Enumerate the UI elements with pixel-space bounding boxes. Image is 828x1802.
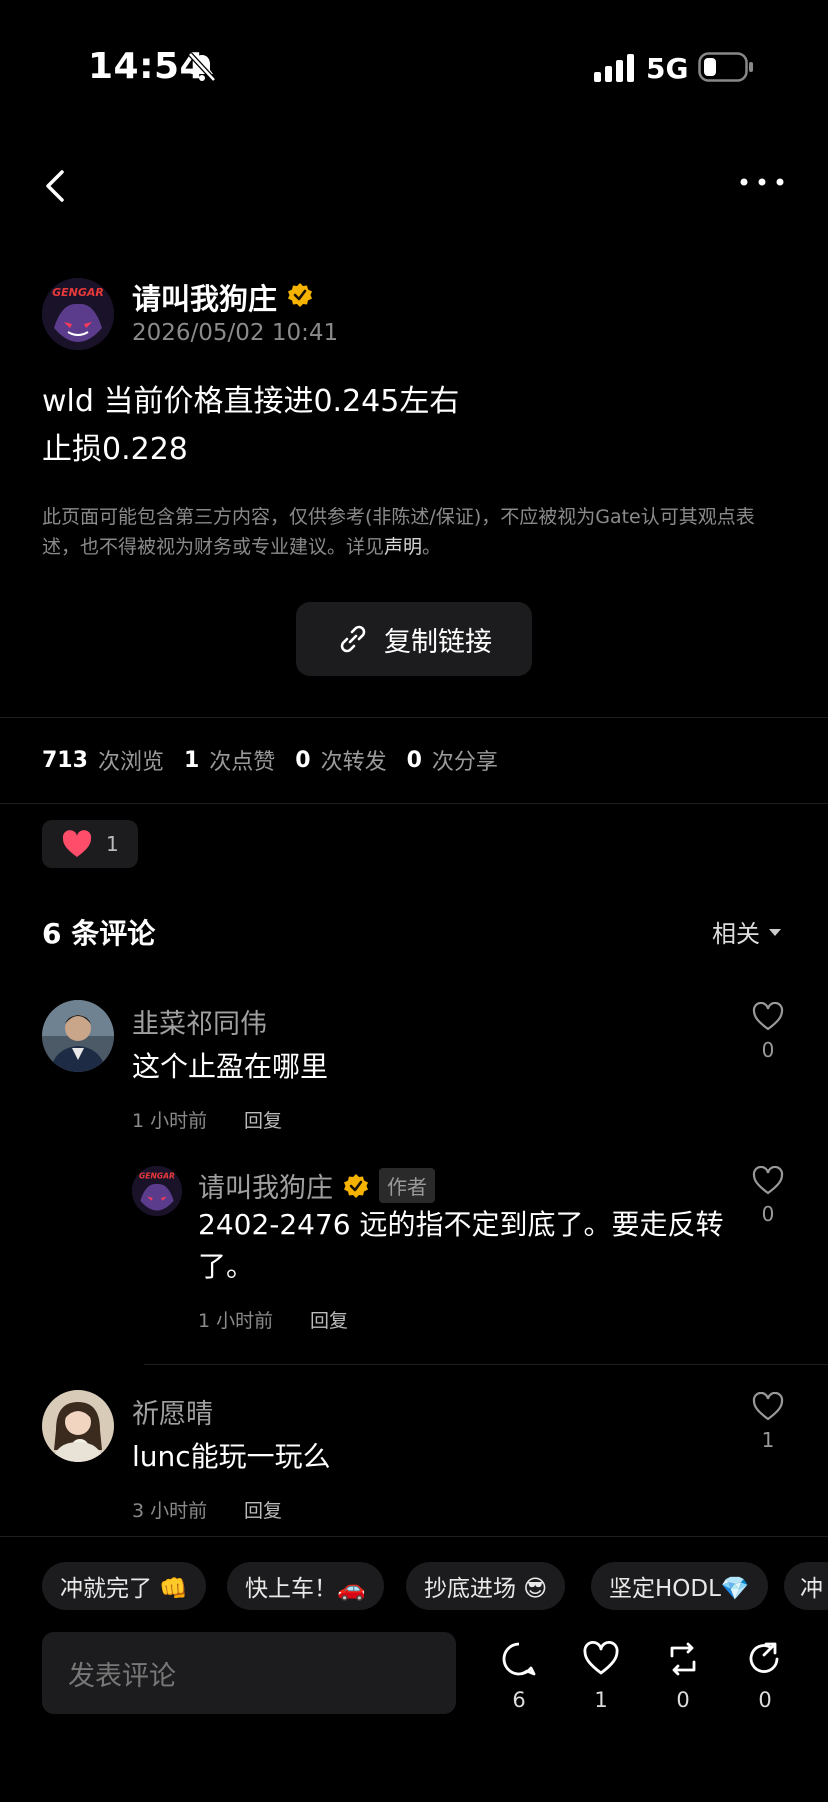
- like-action-count: 1: [594, 1688, 608, 1712]
- comment-like-button[interactable]: 0: [750, 1001, 786, 1062]
- reply-button[interactable]: 回复: [310, 1306, 348, 1333]
- comment-time: 3 小时前: [132, 1500, 208, 1522]
- reaction-pill[interactable]: 1: [42, 820, 138, 868]
- divider: [0, 803, 828, 804]
- more-icon[interactable]: [738, 170, 786, 194]
- post-body: wld 当前价格直接进0.245左右 止损0.228: [42, 378, 782, 474]
- comment-like-count: 0: [761, 1038, 775, 1062]
- comment-action-count: 6: [512, 1688, 526, 1712]
- comments-title: 6 条评论: [42, 917, 156, 950]
- author-name[interactable]: 请叫我狗庄: [132, 276, 277, 318]
- copy-link-label: 复制链接: [384, 626, 492, 658]
- repost-icon: [670, 1642, 696, 1676]
- author-avatar[interactable]: GENGAR: [42, 278, 114, 350]
- reply-like-button[interactable]: 0: [750, 1165, 786, 1226]
- likes-count: 1: [183, 747, 200, 773]
- repost-action[interactable]: 0: [658, 1640, 708, 1712]
- caret-down-icon: [769, 928, 781, 936]
- silent-bell-icon: [188, 52, 216, 82]
- post-line: wld 当前价格直接进0.245左右: [42, 384, 460, 419]
- comment-action[interactable]: 6: [494, 1640, 544, 1712]
- post-line: 止损0.228: [42, 432, 188, 467]
- likes-label: 次点赞: [209, 750, 276, 775]
- heart-filled-icon: [62, 830, 92, 857]
- link-icon: [340, 625, 366, 653]
- reply-author-avatar[interactable]: GENGAR: [132, 1166, 182, 1216]
- reposts-count: 0: [295, 747, 311, 773]
- divider: [0, 717, 828, 718]
- network-type: 5G: [646, 52, 689, 85]
- quick-reply-chip[interactable]: 抄底进场 😎: [406, 1562, 566, 1610]
- disclaimer-end: 。: [422, 536, 442, 558]
- reply-like-count: 0: [761, 1202, 775, 1226]
- reply-author-name[interactable]: 请叫我狗庄: [198, 1166, 333, 1205]
- like-action[interactable]: 1: [576, 1640, 626, 1712]
- commenter-name[interactable]: 祈愿晴: [132, 1392, 213, 1431]
- comment-text: lunc能玩一玩么: [132, 1440, 331, 1473]
- verified-badge-icon: [288, 283, 312, 307]
- commenter-avatar[interactable]: [42, 1390, 114, 1462]
- author-tag: 作者: [379, 1168, 435, 1203]
- shares-label: 次分享: [431, 750, 498, 775]
- reply-text-line: 了。: [198, 1250, 255, 1283]
- quick-reply-chip[interactable]: 冲就完了 👊: [42, 1562, 206, 1610]
- comment-text: 这个止盈在哪里: [132, 1050, 329, 1083]
- divider: [144, 1364, 828, 1365]
- reply-button[interactable]: 回复: [244, 1106, 282, 1133]
- sort-dropdown[interactable]: 相关: [712, 914, 782, 949]
- comment-like-count: 1: [761, 1428, 775, 1452]
- disclaimer: 此页面可能包含第三方内容，仅供参考(非陈述/保证)，不应被视为Gate认可其观点…: [42, 502, 792, 562]
- quick-reply-chip[interactable]: 快上车！🚗: [227, 1562, 384, 1610]
- battery-icon: [698, 52, 753, 82]
- share-icon: [749, 1642, 779, 1673]
- shares-count: 0: [406, 747, 422, 773]
- reply-text: 2402-2476 远的指不定到底了。要走反转 了。: [198, 1204, 724, 1288]
- copy-link-button[interactable]: 复制链接: [296, 602, 532, 676]
- commenter-avatar[interactable]: [42, 1000, 114, 1072]
- comment-icon: [502, 1642, 536, 1676]
- verified-badge-icon: [344, 1173, 368, 1198]
- heart-outline-icon: [752, 1001, 784, 1031]
- views-label: 次浏览: [97, 750, 164, 775]
- reply-button[interactable]: 回复: [244, 1496, 282, 1523]
- reply-text-line: 2402-2476 远的指不定到底了。要走反转: [198, 1208, 724, 1241]
- reply-time: 1 小时前: [198, 1310, 274, 1332]
- heart-outline-icon: [752, 1391, 784, 1421]
- views-count: 713: [42, 747, 88, 773]
- reaction-count: 1: [106, 832, 119, 856]
- reply-header: 请叫我狗庄 作者: [198, 1166, 435, 1205]
- commenter-name[interactable]: 韭菜祁同伟: [132, 1002, 267, 1041]
- share-action-count: 0: [758, 1688, 772, 1712]
- sort-label: 相关: [712, 920, 760, 948]
- post-date: 2026/05/02 10:41: [132, 320, 339, 346]
- quick-reply-chip[interactable]: 坚定HODL💎: [591, 1562, 768, 1610]
- heart-outline-icon: [752, 1165, 784, 1195]
- comment-input[interactable]: 发表评论: [42, 1632, 456, 1714]
- disclaimer-link[interactable]: 声明: [384, 536, 422, 558]
- post-stats: 713 次浏览 1 次点赞 0 次转发 0 次分享: [42, 744, 518, 776]
- comment-like-button[interactable]: 1: [750, 1391, 786, 1452]
- share-action[interactable]: 0: [740, 1640, 790, 1712]
- repost-action-count: 0: [676, 1688, 690, 1712]
- signal-icon: [594, 54, 634, 82]
- heart-icon: [583, 1640, 619, 1675]
- svg-text:GENGAR: GENGAR: [139, 1172, 175, 1181]
- reposts-label: 次转发: [320, 750, 387, 775]
- quick-reply-chip[interactable]: 冲: [784, 1562, 828, 1610]
- comment-time: 1 小时前: [132, 1110, 208, 1132]
- back-icon[interactable]: [38, 166, 74, 206]
- svg-text:GENGAR: GENGAR: [52, 286, 104, 299]
